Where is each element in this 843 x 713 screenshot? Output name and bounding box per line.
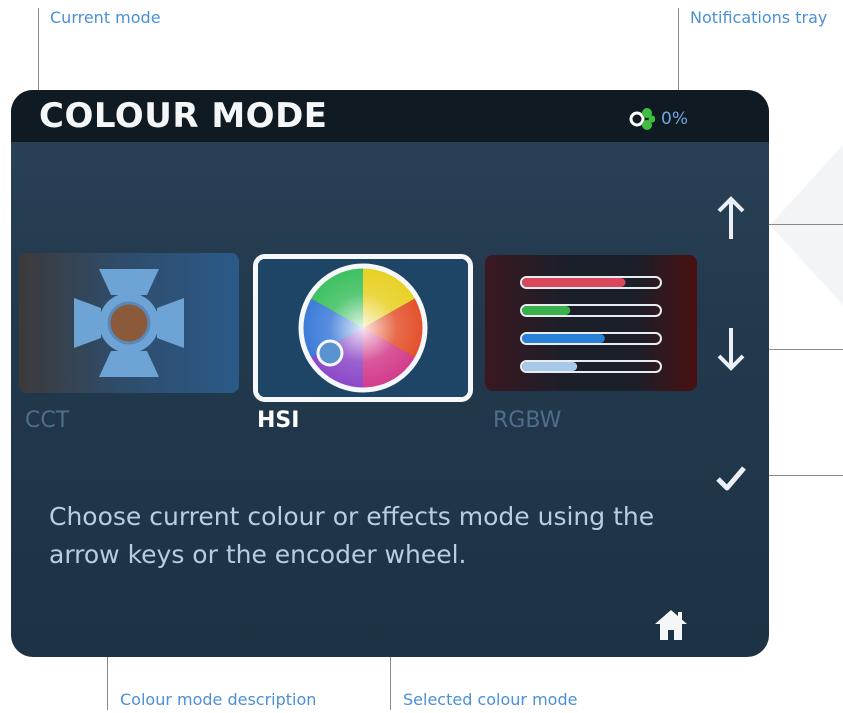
callout-selected-colour-mode: Selected colour mode xyxy=(403,690,578,709)
callout-line-confirm xyxy=(760,475,843,476)
colour-wheel-icon xyxy=(258,259,468,397)
fresnel-light-icon xyxy=(74,269,184,377)
notifications-icon xyxy=(629,108,655,130)
mode-label-cct: CCT xyxy=(25,408,70,433)
arrow-up-icon[interactable] xyxy=(716,195,746,241)
rgbw-fill-white xyxy=(522,362,578,371)
callout-notifications-tray: Notifications tray xyxy=(690,8,828,27)
notification-percent: 0% xyxy=(661,109,688,129)
callout-line-down xyxy=(760,349,843,350)
title-bar: COLOUR MODE 0% xyxy=(11,90,769,142)
notifications-tray[interactable]: 0% xyxy=(629,106,688,132)
device-screen: COLOUR MODE 0% CCT HSI RGBW Choose curre… xyxy=(11,90,769,657)
rgbw-sliders-icon xyxy=(520,276,662,373)
rgbw-fill-blue xyxy=(522,334,605,343)
mode-tile-rgbw[interactable] xyxy=(485,255,697,391)
mode-tile-hsi[interactable] xyxy=(253,254,473,402)
page-title: COLOUR MODE xyxy=(39,96,328,136)
mode-label-rgbw: RGBW xyxy=(493,408,562,433)
callout-colour-mode-description: Colour mode description xyxy=(120,690,317,709)
checkmark-icon[interactable] xyxy=(715,464,747,492)
mode-label-hsi: HSI xyxy=(257,408,300,433)
callout-current-mode: Current mode xyxy=(50,8,161,27)
colour-mode-description: Choose current colour or effects mode us… xyxy=(49,502,655,569)
rgbw-fill-green xyxy=(522,306,571,315)
home-icon[interactable] xyxy=(653,608,689,642)
callout-line-up xyxy=(760,224,843,225)
callout-line-notifications xyxy=(678,8,679,103)
background-shape xyxy=(770,145,843,305)
mode-tile-cct[interactable] xyxy=(19,253,239,393)
arrow-down-icon[interactable] xyxy=(716,326,746,372)
rgbw-fill-red xyxy=(522,278,626,287)
